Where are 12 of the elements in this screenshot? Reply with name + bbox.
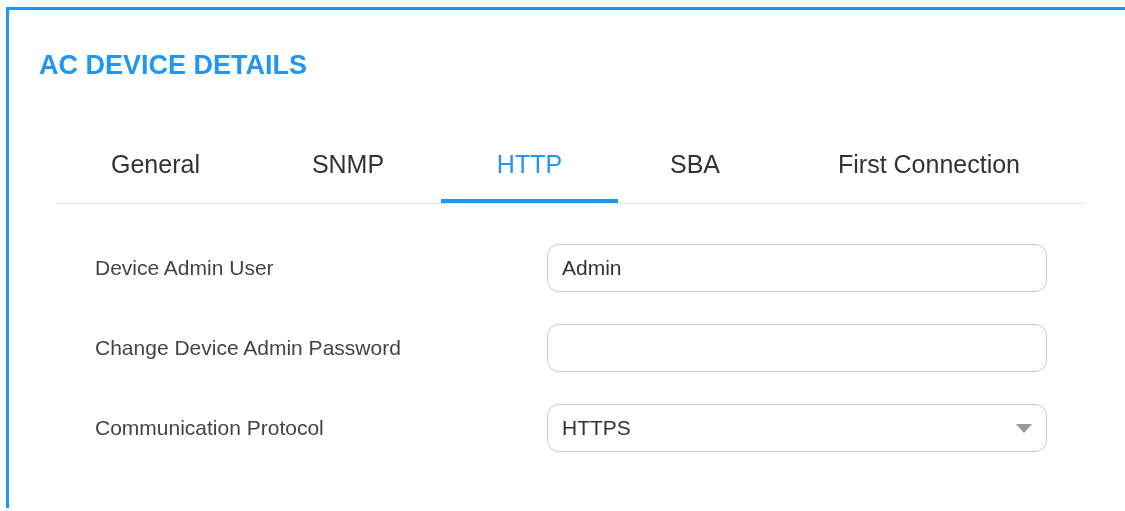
field-label: Change Device Admin Password [95,336,402,360]
tab[interactable]: First Connection [772,129,1086,203]
field-label: Communication Protocol [95,416,325,440]
password-field[interactable] [547,324,1047,372]
page-title: AC DEVICE DETAILS [38,49,309,81]
input-field[interactable]: Admin [547,244,1047,292]
dropdown[interactable]: HTTPS [547,404,1047,452]
field-label: Device Admin User [95,256,275,280]
caret-icon [1016,423,1032,433]
tab[interactable]: SBA [618,129,772,203]
tab[interactable]: General [56,129,255,203]
tab[interactable]: SNMP [255,129,441,203]
